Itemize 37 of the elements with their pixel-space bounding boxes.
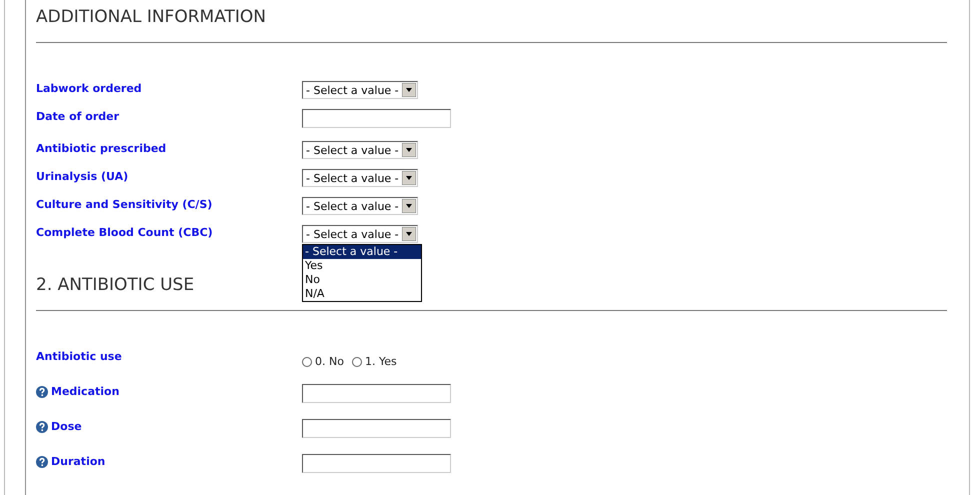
dropdown-option[interactable]: No: [303, 273, 421, 287]
select-dropdown[interactable]: - Select a value -: [302, 169, 418, 187]
radio-label: 0. No: [315, 355, 344, 368]
dropdown-option[interactable]: N/A: [303, 287, 421, 301]
input-field[interactable]: [302, 384, 451, 403]
field-label: Antibiotic use: [36, 350, 122, 363]
field-label: Date of order: [36, 110, 120, 123]
field-label: Antibiotic prescribed: [36, 142, 166, 155]
select-dropdown[interactable]: - Select a value -: [302, 81, 418, 99]
field-label: Urinalysis (UA): [36, 170, 128, 183]
caret-icon[interactable]: [402, 171, 416, 185]
help-icon[interactable]: [36, 420, 48, 432]
select-dropdown[interactable]: - Select a value -: [302, 197, 418, 215]
field-label: Medication: [51, 385, 120, 398]
select-dropdown[interactable]: - Select a value -: [302, 141, 418, 159]
caret-icon[interactable]: [402, 143, 416, 157]
help-icon[interactable]: [36, 456, 48, 468]
help-icon[interactable]: [36, 386, 48, 398]
caret-icon[interactable]: [402, 227, 416, 241]
field-label: Duration: [51, 455, 106, 468]
field-label: Culture and Sensitivity (C/S): [36, 198, 212, 211]
caret-icon[interactable]: [402, 199, 416, 213]
section-heading: 2. ANTIBIOTIC USE: [36, 275, 194, 295]
field-label: Dose: [51, 420, 82, 433]
caret-icon[interactable]: [402, 83, 416, 97]
field-label: Labwork ordered: [36, 82, 142, 95]
radio-button[interactable]: [302, 356, 312, 366]
section-heading: ADDITIONAL INFORMATION: [36, 7, 266, 27]
input-field[interactable]: [302, 454, 451, 473]
select-dropdown[interactable]: - Select a value -: [302, 225, 418, 243]
radio-label: 1. Yes: [364, 355, 397, 368]
input-field[interactable]: [302, 109, 451, 128]
radio-button[interactable]: [352, 356, 362, 366]
dropdown-option[interactable]: - Select a value -: [303, 245, 421, 259]
field-label: Complete Blood Count (CBC): [36, 226, 213, 239]
dropdown-option[interactable]: Yes: [303, 259, 421, 273]
input-field[interactable]: [302, 419, 451, 438]
